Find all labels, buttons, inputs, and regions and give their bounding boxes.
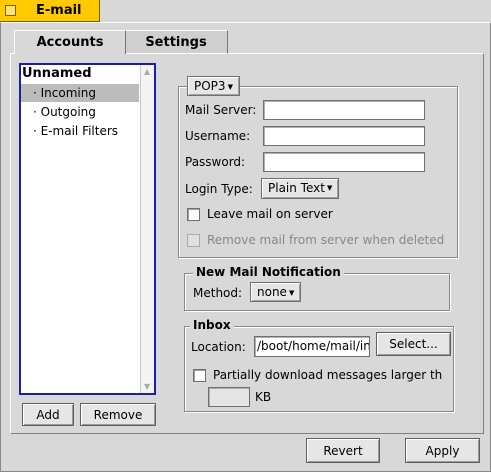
mail-server-label: Mail Server:: [185, 103, 257, 117]
scroll-down-icon[interactable]: ▼: [144, 382, 150, 391]
protocol-menu[interactable]: POP3 ▼: [187, 76, 240, 96]
inbox-title: Inbox: [190, 318, 234, 332]
window-title: E-mail: [36, 3, 82, 18]
leave-mail-label: Leave mail on server: [207, 207, 333, 221]
partial-download-checkbox[interactable]: [193, 369, 206, 382]
close-icon[interactable]: [5, 5, 16, 16]
window-tab[interactable]: E-mail: [0, 0, 100, 22]
location-label: Location:: [191, 340, 246, 354]
apply-button[interactable]: Apply: [405, 438, 480, 463]
partial-size-input[interactable]: [208, 387, 250, 407]
tab-accounts[interactable]: Accounts: [14, 30, 126, 54]
list-item-email-filters[interactable]: · E-mail Filters: [21, 122, 139, 140]
method-label: Method:: [193, 286, 243, 300]
add-account-button[interactable]: Add: [22, 403, 74, 426]
remove-mail-label: Remove mail from server when deleted: [207, 233, 445, 247]
chevron-down-icon: ▼: [326, 184, 333, 192]
username-label: Username:: [185, 129, 251, 143]
password-label: Password:: [185, 155, 246, 169]
kb-unit-label: KB: [255, 390, 272, 404]
chevron-down-icon: ▼: [227, 82, 233, 91]
partial-download-label: Partially download messages larger th: [213, 368, 443, 382]
list-item-incoming[interactable]: · Incoming: [21, 84, 139, 102]
list-item-outgoing[interactable]: · Outgoing: [21, 103, 139, 121]
chevron-down-icon: ▼: [288, 288, 295, 297]
select-location-button[interactable]: Select...: [376, 332, 451, 356]
username-input[interactable]: [263, 126, 425, 146]
remove-mail-checkbox[interactable]: [187, 234, 200, 247]
method-menu[interactable]: none ▼: [250, 282, 302, 302]
location-input[interactable]: /boot/home/mail/in: [254, 336, 370, 357]
protocol-value: POP3: [194, 79, 226, 93]
leave-mail-checkbox[interactable]: [187, 208, 200, 221]
list-item-unnamed-account[interactable]: Unnamed: [22, 65, 140, 83]
password-input[interactable]: [263, 152, 425, 172]
login-type-menu[interactable]: Plain Text ▼: [261, 178, 340, 199]
list-scrollbar[interactable]: ▲ ▼: [140, 65, 154, 393]
scroll-up-icon[interactable]: ▲: [144, 67, 150, 76]
tab-settings[interactable]: Settings: [124, 30, 228, 54]
method-value: none: [257, 285, 287, 299]
mail-server-input[interactable]: [263, 100, 425, 120]
remove-account-button[interactable]: Remove: [80, 403, 156, 426]
revert-button[interactable]: Revert: [306, 438, 380, 463]
login-type-label: Login Type:: [185, 182, 253, 196]
account-list[interactable]: Unnamed · Incoming · Outgoing · E-mail F…: [19, 63, 156, 395]
notification-title: New Mail Notification: [193, 265, 344, 279]
login-type-value: Plain Text: [268, 181, 325, 195]
